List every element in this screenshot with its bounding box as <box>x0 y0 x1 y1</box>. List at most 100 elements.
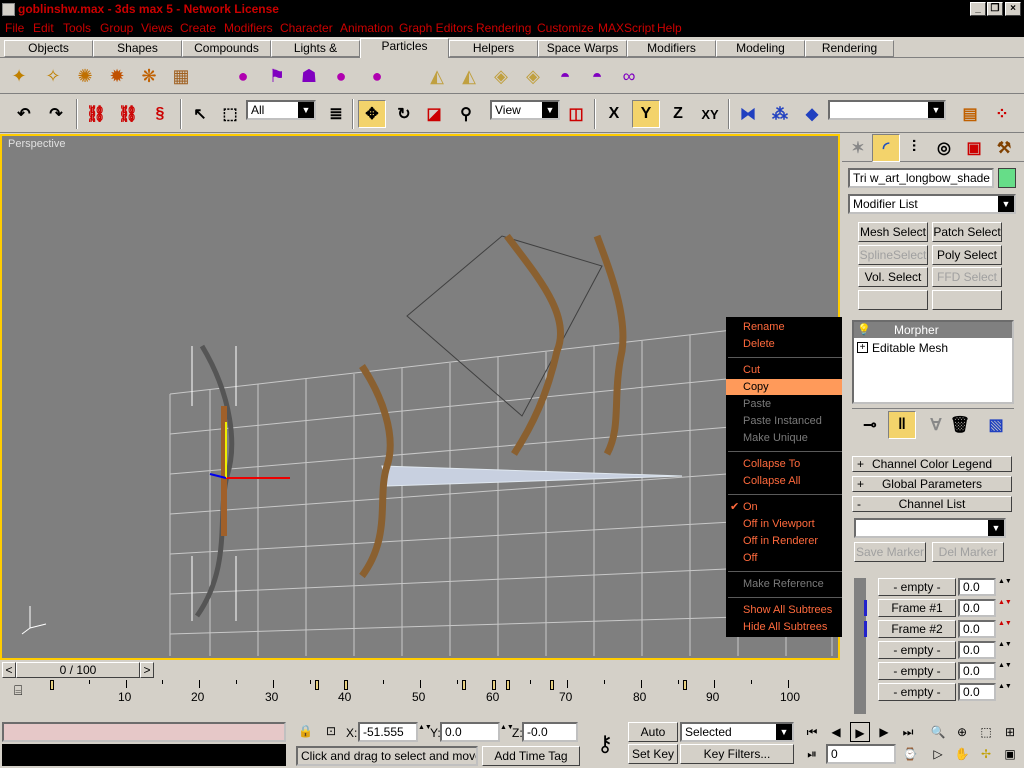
field-of-view-icon[interactable]: ▷ <box>928 744 948 764</box>
display-panel-icon[interactable]: ▣ <box>960 134 988 162</box>
zoom-extents-icon[interactable]: ⬚ <box>976 722 996 742</box>
select-object-icon[interactable]: ↖ <box>186 100 214 128</box>
time-slider-next-button[interactable]: > <box>140 662 154 678</box>
bind-space-warp-icon[interactable]: § <box>146 100 174 128</box>
arc-rotate-icon[interactable]: ✢ <box>976 744 996 764</box>
unlink-icon[interactable]: ⛓ <box>114 100 142 128</box>
current-frame-field[interactable]: 0 <box>826 744 896 764</box>
rectangular-selection-icon[interactable]: ⬚ <box>216 100 244 128</box>
menu-item-make-reference[interactable]: Make Reference <box>726 576 853 592</box>
tab-rendering[interactable]: Rendering <box>805 40 894 57</box>
blizzard-icon[interactable]: ✺ <box>72 62 98 90</box>
redo-icon[interactable]: ↷ <box>42 100 70 128</box>
menu-item-hide-all-subtrees[interactable]: Hide All Subtrees <box>726 619 853 635</box>
mirror-icon[interactable]: ⧓ <box>734 100 762 128</box>
configure-modifier-sets-icon[interactable]: ▧ <box>982 411 1010 439</box>
test-icon-1[interactable]: ◭ <box>424 62 450 90</box>
operator-icon-2[interactable]: ◓ <box>584 62 610 90</box>
y-spinner-icon[interactable]: ▲▼ <box>500 724 514 742</box>
lightbulb-icon[interactable]: 💡 <box>857 324 871 336</box>
menu-customize[interactable]: Customize <box>537 20 594 36</box>
x-spinner-icon[interactable]: ▲▼ <box>418 724 432 742</box>
time-slider-thumb[interactable]: 0 / 100 <box>16 662 140 678</box>
set-key-icon[interactable]: ⚷ <box>586 728 624 760</box>
super-spray-icon[interactable]: ▦ <box>168 62 194 90</box>
named-selection-dropdown[interactable]: ▼ <box>828 100 946 120</box>
animation-key[interactable] <box>550 680 554 690</box>
menu-item-off-in-renderer[interactable]: Off in Renderer <box>726 533 853 549</box>
select-and-link-icon[interactable]: ⛓ <box>82 100 110 128</box>
select-and-move-icon[interactable]: ✥ <box>358 100 386 128</box>
zoom-extents-all-icon[interactable]: ⊞ <box>1000 722 1020 742</box>
rollout-channel-list[interactable]: - Channel List <box>852 496 1012 512</box>
go-to-start-icon[interactable]: ⏮ <box>802 722 822 742</box>
menu-item-copy[interactable]: Copy <box>726 379 853 395</box>
marker-dropdown[interactable]: ▼ <box>854 518 1006 538</box>
channel-spinner-icon[interactable]: ▲▼ <box>998 578 1012 596</box>
reference-coordinate-dropdown[interactable]: View ▼ <box>490 100 560 120</box>
stack-item-editable-mesh[interactable]: Editable Mesh <box>854 340 1012 356</box>
menu-item-on[interactable]: On <box>726 499 853 515</box>
menu-item-show-all-subtrees[interactable]: Show All Subtrees <box>726 602 853 618</box>
menu-item-collapse-all[interactable]: Collapse All <box>726 473 853 489</box>
animation-key[interactable] <box>315 680 319 690</box>
select-by-name-icon[interactable]: ≣ <box>322 100 350 128</box>
previous-frame-icon[interactable]: ◀ <box>826 722 846 742</box>
modify-panel-icon[interactable]: ◜ <box>872 134 900 162</box>
pcloud-icon[interactable]: ❋ <box>136 62 162 90</box>
animation-key[interactable] <box>344 680 348 690</box>
menu-item-off-in-viewport[interactable]: Off in Viewport <box>726 516 853 532</box>
channel-button[interactable]: - empty - <box>878 683 956 701</box>
utilities-panel-icon[interactable]: ⚒ <box>990 134 1018 162</box>
minimize-button[interactable]: _ <box>970 2 986 16</box>
pivot-center-icon[interactable]: ◫ <box>562 100 590 128</box>
channel-spinner-icon[interactable]: ▲▼ <box>998 641 1012 659</box>
tab-lights-cameras[interactable]: Lights & Cameras <box>271 40 360 70</box>
zoom-all-icon[interactable]: ⊕ <box>952 722 972 742</box>
menu-character[interactable]: Character <box>280 20 333 36</box>
channel-value-field[interactable]: 0.0 <box>958 599 996 617</box>
operator-icon-1[interactable]: ◓ <box>552 62 578 90</box>
remove-modifier-icon[interactable]: 🗑 <box>946 411 974 439</box>
menu-views[interactable]: Views <box>141 20 173 36</box>
maxscript-output-mini[interactable] <box>2 744 286 766</box>
tab-compounds[interactable]: Compounds <box>182 40 271 57</box>
rotation-icon[interactable]: ● <box>364 62 390 90</box>
object-color-swatch[interactable] <box>998 168 1016 188</box>
channel-value-field[interactable]: 0.0 <box>958 641 996 659</box>
parray-icon[interactable]: ✹ <box>104 62 130 90</box>
go-to-end-icon[interactable]: ⏭ <box>898 722 918 742</box>
menu-item-paste[interactable]: Paste <box>726 396 853 412</box>
animation-key[interactable] <box>462 680 466 690</box>
set-key-button[interactable]: Set Key <box>628 744 678 764</box>
maximize-viewport-icon[interactable]: ▣ <box>1000 744 1020 764</box>
close-button[interactable]: × <box>1005 2 1021 16</box>
channel-value-field[interactable]: 0.0 <box>958 683 996 701</box>
menu-graph-editors[interactable]: Graph Editors <box>399 20 473 36</box>
empty-modifier-button[interactable] <box>932 290 1002 310</box>
menu-item-delete[interactable]: Delete <box>726 336 853 352</box>
menu-group[interactable]: Group <box>100 20 133 36</box>
menu-maxscript[interactable]: MAXScript <box>598 20 655 36</box>
select-and-manipulate-icon[interactable]: ⚲ <box>452 100 480 128</box>
x-coordinate-field[interactable]: -51.555 <box>358 722 418 742</box>
longbow-2[interactable] <box>359 364 394 579</box>
channel-spinner-icon[interactable]: ▲▼ <box>998 683 1012 701</box>
snow-icon[interactable]: ✧ <box>40 62 66 90</box>
tab-particles[interactable]: Particles <box>360 38 449 58</box>
spline-select-button[interactable]: SplineSelect <box>858 245 928 265</box>
birth-icon[interactable]: ⚑ <box>264 62 290 90</box>
material-editor-icon[interactable]: ⁘ <box>988 100 1016 128</box>
ffd-select-button[interactable]: FFD Select <box>932 267 1002 287</box>
channel-button[interactable]: - empty - <box>878 641 956 659</box>
restrict-x-button[interactable]: X <box>600 100 628 128</box>
restrict-y-button[interactable]: Y <box>632 100 660 128</box>
zoom-icon[interactable]: 🔍 <box>928 722 948 742</box>
lock-selection-icon[interactable]: 🔒 <box>298 724 313 742</box>
del-marker-button[interactable]: Del Marker <box>932 542 1004 562</box>
play-icon[interactable]: ▶ <box>850 722 870 742</box>
pin-stack-icon[interactable]: ⊸ <box>856 411 884 439</box>
selection-filter-dropdown[interactable]: All ▼ <box>246 100 316 120</box>
test-icon-3[interactable]: ◈ <box>488 62 514 90</box>
next-frame-icon[interactable]: ▶ <box>874 722 894 742</box>
